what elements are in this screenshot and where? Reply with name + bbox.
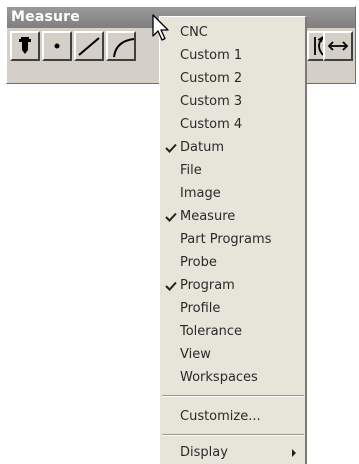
menu-item-image[interactable]: Image <box>160 182 306 205</box>
line-button[interactable] <box>74 31 104 61</box>
menu-item-program[interactable]: Program <box>160 274 306 297</box>
menu-item-label: Display <box>180 445 228 460</box>
menu-item-profile[interactable]: Profile <box>160 297 306 320</box>
menu-item-label: View <box>180 347 211 362</box>
menu-item-label: Part Programs <box>180 232 272 247</box>
menu-item-label: Custom 2 <box>180 71 243 86</box>
menu-item-custom-4[interactable]: Custom 4 <box>160 113 306 136</box>
point-button[interactable] <box>42 31 72 61</box>
menu-item-custom-2[interactable]: Custom 2 <box>160 67 306 90</box>
menu-item-label: Custom 1 <box>180 48 243 63</box>
toolbar-context-menu: CNC Custom 1 Custom 2 Custom 3 Custom 4 … <box>159 16 307 464</box>
menu-item-label: Custom 4 <box>180 117 243 132</box>
menu-item-label: File <box>180 163 202 178</box>
mouse-pointer-icon <box>152 14 169 41</box>
menu-item-label: Customize... <box>180 409 261 424</box>
menu-item-label: Datum <box>180 140 224 155</box>
menu-item-label: Workspaces <box>180 370 258 385</box>
menu-item-customize[interactable]: Customize... <box>160 405 306 428</box>
checkmark-icon <box>165 281 177 291</box>
menu-item-tolerance[interactable]: Tolerance <box>160 320 306 343</box>
menu-item-label: Image <box>180 186 221 201</box>
menu-item-label: Profile <box>180 301 221 316</box>
probe-icon <box>19 37 31 54</box>
menu-item-custom-1[interactable]: Custom 1 <box>160 44 306 67</box>
menu-item-view[interactable]: View <box>160 343 306 366</box>
distance-arrow-icon <box>327 41 349 51</box>
line-icon <box>78 37 100 56</box>
menu-separator <box>162 434 304 436</box>
menu-item-label: Custom 3 <box>180 94 243 109</box>
point-icon <box>54 43 60 49</box>
submenu-arrow-icon <box>292 449 296 457</box>
arc-icon <box>113 38 134 58</box>
menu-item-probe[interactable]: Probe <box>160 251 306 274</box>
menu-item-custom-3[interactable]: Custom 3 <box>160 90 306 113</box>
menu-item-label: CNC <box>180 25 208 40</box>
checkmark-icon <box>165 143 177 153</box>
menu-item-workspaces[interactable]: Workspaces <box>160 366 306 389</box>
arc-button[interactable] <box>106 31 136 61</box>
menu-item-label: Tolerance <box>180 324 242 339</box>
distance-button[interactable] <box>323 31 353 61</box>
menu-item-display[interactable]: Display <box>160 441 306 464</box>
menu-item-part-programs[interactable]: Part Programs <box>160 228 306 251</box>
menu-item-cnc[interactable]: CNC <box>160 21 306 44</box>
menu-item-datum[interactable]: Datum <box>160 136 306 159</box>
menu-item-file[interactable]: File <box>160 159 306 182</box>
menu-item-label: Program <box>180 278 235 293</box>
menu-separator <box>162 395 304 397</box>
checkmark-icon <box>165 212 177 222</box>
probe-button[interactable] <box>10 31 40 61</box>
menu-item-label: Measure <box>180 209 236 224</box>
menu-item-label: Probe <box>180 255 217 270</box>
menu-item-measure[interactable]: Measure <box>160 205 306 228</box>
